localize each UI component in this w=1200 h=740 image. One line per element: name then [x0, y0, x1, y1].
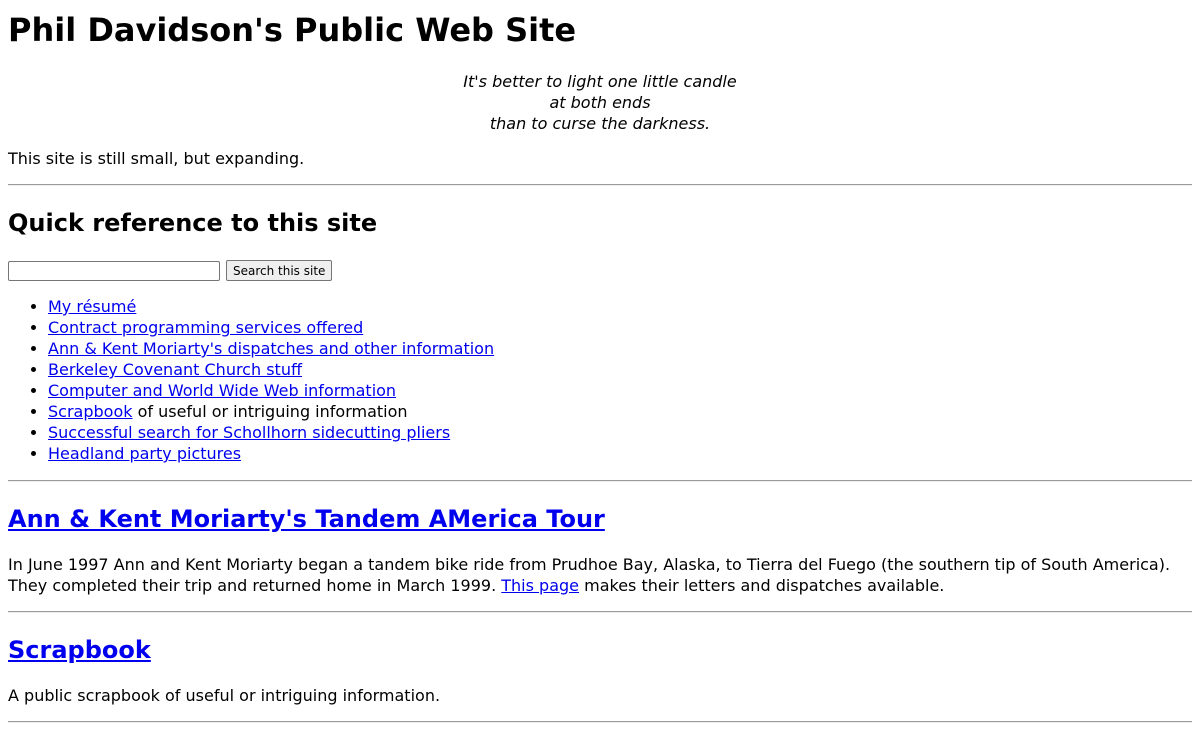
moriarty-dispatches-link[interactable]: Ann & Kent Moriarty's dispatches and oth… [48, 339, 494, 358]
scrapbook-description: A public scrapbook of useful or intrigui… [8, 686, 441, 705]
list-item: Headland party pictures [48, 443, 1192, 464]
tour-text-end: makes their letters and dispatches avail… [579, 576, 945, 595]
scrapbook-suffix: of useful or intriguing information [132, 402, 408, 421]
search-form: Search this site [8, 260, 1192, 281]
divider [8, 721, 1192, 723]
list-item: Berkeley Covenant Church stuff [48, 359, 1192, 380]
resume-link[interactable]: My résumé [48, 297, 136, 316]
divider [8, 184, 1192, 186]
search-input[interactable] [8, 260, 220, 281]
contract-programming-link[interactable]: Contract programming services offered [48, 318, 363, 337]
list-item: Scrapbook of useful or intriguing inform… [48, 401, 1192, 422]
list-item: Ann & Kent Moriarty's dispatches and oth… [48, 338, 1192, 359]
computer-web-info-link[interactable]: Computer and World Wide Web information [48, 381, 396, 400]
page-content: Phil Davidson's Public Web Site It's bet… [0, 0, 1200, 723]
headland-party-link[interactable]: Headland party pictures [48, 444, 241, 463]
quote-line: at both ends [549, 93, 651, 112]
quickref-heading: Quick reference to this site [8, 209, 378, 237]
scrapbook-link[interactable]: Scrapbook [48, 402, 133, 421]
berkeley-covenant-link[interactable]: Berkeley Covenant Church stuff [48, 360, 302, 379]
divider [8, 611, 1192, 613]
list-item: My résumé [48, 296, 1192, 317]
scrapbook-heading-link[interactable]: Scrapbook [8, 636, 151, 664]
quickref-list: My résumé Contract programming services … [8, 296, 1192, 464]
page-title: Phil Davidson's Public Web Site [8, 11, 577, 49]
this-page-link[interactable]: This page [501, 576, 579, 595]
tandem-tour-heading-link[interactable]: Ann & Kent Moriarty's Tandem AMerica Tou… [8, 505, 605, 533]
schollhorn-pliers-link[interactable]: Successful search for Schollhorn sidecut… [48, 423, 450, 442]
list-item: Successful search for Schollhorn sidecut… [48, 422, 1192, 443]
list-item: Computer and World Wide Web information [48, 380, 1192, 401]
list-item: Contract programming services offered [48, 317, 1192, 338]
divider [8, 480, 1192, 482]
intro-text: This site is still small, but expanding. [8, 149, 305, 168]
quote-line: It's better to light one little candle [463, 72, 737, 91]
quote-line: than to curse the darkness. [489, 114, 711, 133]
tour-paragraph: In June 1997 Ann and Kent Moriarty began… [8, 554, 1192, 596]
search-button[interactable]: Search this site [226, 260, 333, 281]
epigraph-quote: It's better to light one little candle a… [8, 50, 1192, 134]
